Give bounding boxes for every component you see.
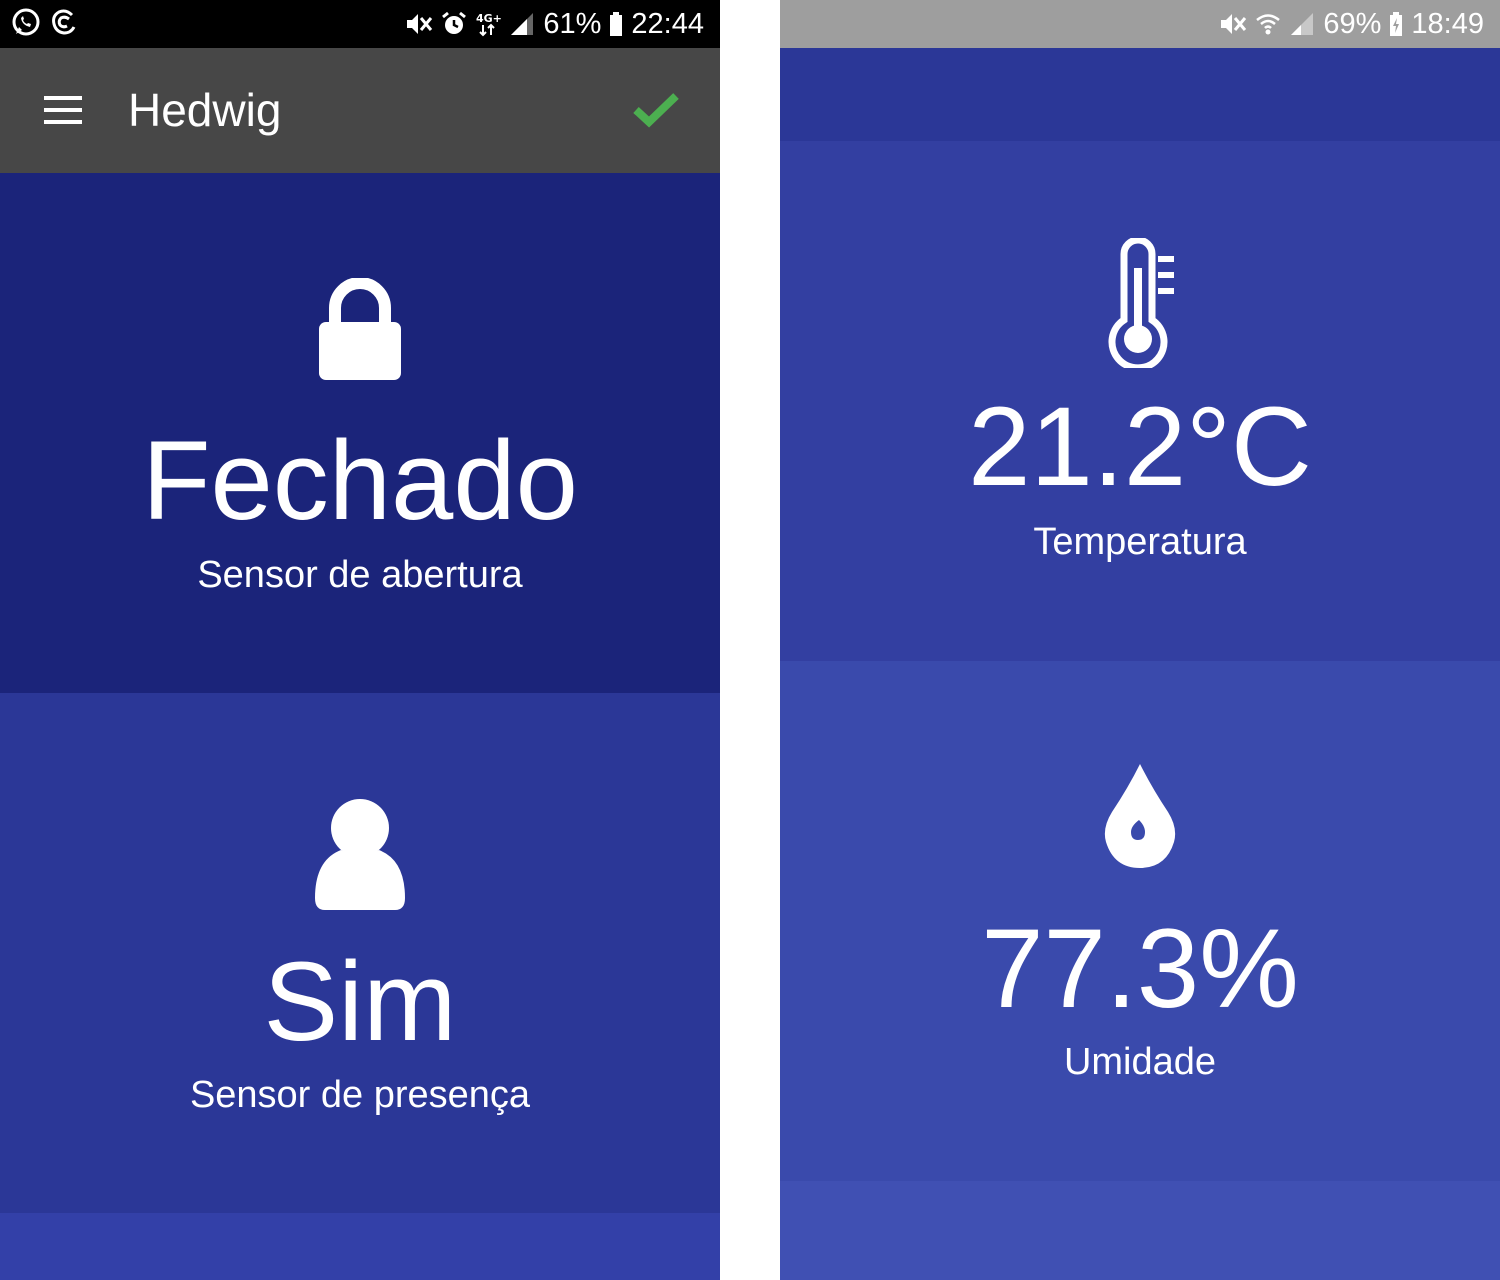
tile-opening-sensor[interactable]: Fechado Sensor de abertura [0, 173, 720, 693]
battery-icon [609, 11, 623, 37]
status-bar: 69% 18:49 [780, 0, 1500, 48]
presence-sensor-label: Sensor de presença [189, 1074, 531, 1116]
battery-charging-icon [1389, 11, 1403, 37]
status-bar-left [10, 6, 80, 46]
temperature-label: Temperatura [1033, 521, 1247, 563]
mute-icon [405, 11, 433, 37]
wifi-icon [1255, 11, 1281, 37]
check-icon[interactable] [632, 90, 680, 130]
app-bar: Hedwig [0, 48, 720, 173]
temperature-value: 21.2°C [968, 384, 1312, 509]
tile-partial[interactable] [780, 48, 1500, 141]
presence-sensor-value: Sim [263, 939, 457, 1064]
opening-sensor-value: Fechado [142, 418, 578, 543]
battery-percent: 61% [543, 8, 602, 40]
tile-partial[interactable] [780, 1181, 1500, 1280]
clock: 22:44 [631, 8, 704, 40]
svg-text:4G+: 4G+ [476, 12, 501, 25]
whatsapp-icon [10, 6, 42, 46]
tile-presence-sensor[interactable]: Sim Sensor de presença [0, 693, 720, 1213]
right-phone-screen: 69% 18:49 21.2°C Temperatura 77.3% Umida… [780, 0, 1500, 1280]
water-drop-icon [780, 762, 1500, 870]
left-phone-screen: 4G+ 61% 22:44 Hedwig Fechado Sensor de a… [0, 0, 720, 1280]
tile-humidity[interactable]: 77.3% Umidade [780, 661, 1500, 1181]
status-bar-right: 4G+ 61% 22:44 [405, 0, 704, 48]
alarm-icon [441, 11, 467, 37]
hamburger-menu-icon[interactable] [44, 95, 84, 125]
signal-icon [509, 11, 535, 37]
network-4g-icon: 4G+ [475, 11, 501, 37]
clock: 18:49 [1411, 8, 1484, 40]
humidity-label: Umidade [1063, 1041, 1217, 1083]
status-bar-right: 69% 18:49 [1219, 0, 1484, 48]
lock-icon [0, 278, 720, 382]
humidity-value: 77.3% [981, 906, 1299, 1031]
person-icon [0, 798, 720, 912]
signal-icon [1289, 11, 1315, 37]
mute-icon [1219, 11, 1247, 37]
notification-app-icon [48, 6, 80, 46]
app-title: Hedwig [128, 84, 282, 136]
status-bar: 4G+ 61% 22:44 [0, 0, 720, 48]
tile-temperature[interactable]: 21.2°C Temperatura [780, 141, 1500, 661]
opening-sensor-label: Sensor de abertura [197, 554, 523, 596]
tile-partial[interactable] [0, 1213, 720, 1280]
thermometer-icon [780, 238, 1500, 368]
battery-percent: 69% [1323, 8, 1382, 40]
